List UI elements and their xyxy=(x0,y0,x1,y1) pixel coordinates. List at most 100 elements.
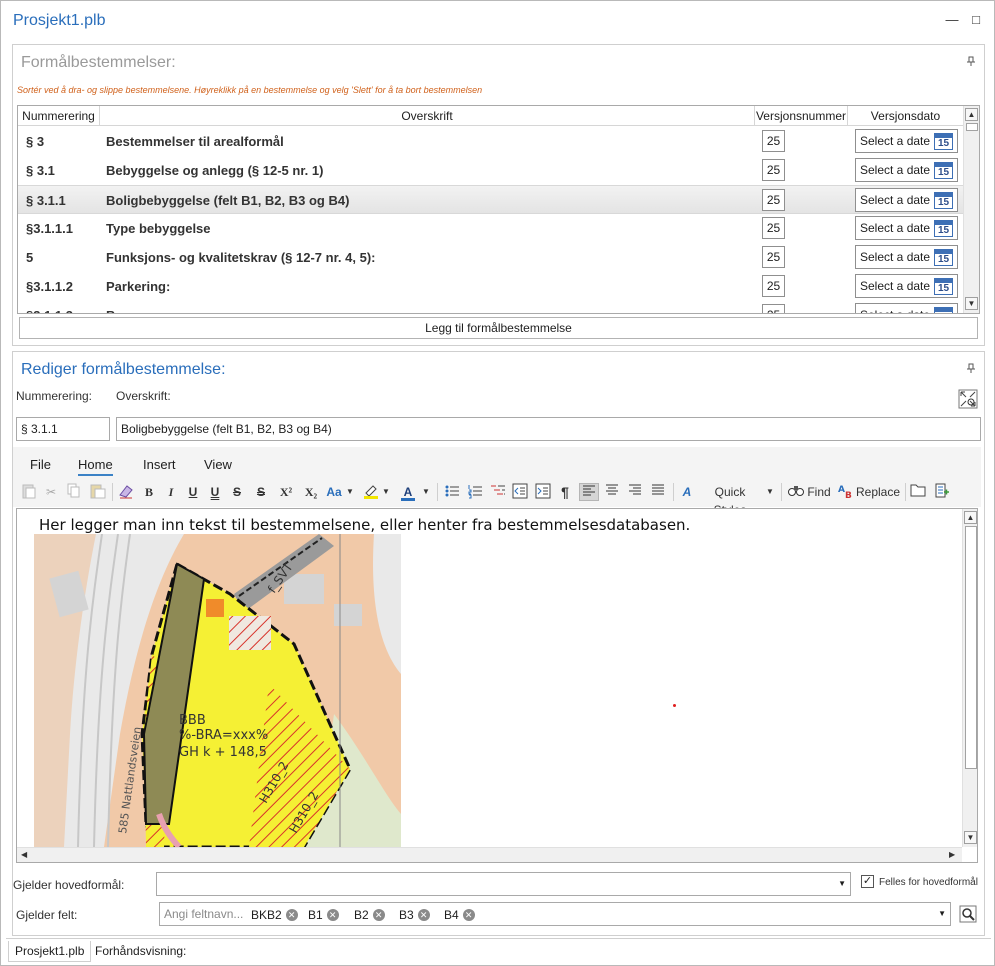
paste-icon[interactable] xyxy=(21,483,37,501)
tab-file[interactable]: File xyxy=(30,457,51,472)
date-picker[interactable]: Select a date 15 xyxy=(855,129,958,153)
maximize-button[interactable]: □ xyxy=(969,13,983,27)
tab-preview[interactable]: Forhåndsvisning: xyxy=(89,941,192,962)
numbered-list-icon[interactable] xyxy=(466,483,484,501)
pin-icon[interactable] xyxy=(966,363,976,376)
date-picker[interactable]: Select a date 15 xyxy=(855,188,958,212)
open-folder-icon[interactable] xyxy=(909,483,927,501)
version-input[interactable]: 25 xyxy=(762,159,785,181)
date-picker[interactable]: Select a date 15 xyxy=(855,158,958,182)
table-row[interactable]: §3.1.1.1 Type bebyggelse 25 Select a date 15 xyxy=(18,214,963,243)
decrease-indent-icon[interactable] xyxy=(511,483,529,501)
remove-chip-icon[interactable]: ✕ xyxy=(326,909,339,921)
bold-button[interactable]: B xyxy=(141,483,157,501)
date-picker[interactable]: Select a date 15 xyxy=(855,274,958,298)
version-input[interactable]: 25 xyxy=(762,246,785,268)
version-input[interactable]: 25 xyxy=(762,189,785,211)
column-header-version[interactable]: Versjonsnummer xyxy=(755,106,848,126)
paste-special-icon[interactable] xyxy=(89,483,107,501)
table-row[interactable]: § 3.1.1 Boligbebyggelse (felt B1, B2, B3 … xyxy=(18,185,963,214)
heading-input[interactable]: Boligbebyggelse (felt B1, B2, B3 og B4) xyxy=(116,417,981,441)
fields-multiselect[interactable]: Angi feltnavn... BKB2 ✕ B1 ✕ B2 ✕ B3 ✕ B4 ✕ ▼ xyxy=(159,902,951,926)
insert-document-icon[interactable] xyxy=(933,483,951,501)
scroll-up-button[interactable]: ▲ xyxy=(965,108,978,121)
date-picker[interactable]: Select a date 15 xyxy=(855,303,958,313)
version-input[interactable]: 25 xyxy=(762,275,785,297)
numbering-input[interactable]: § 3.1.1 xyxy=(16,417,110,441)
zoom-expand-icon[interactable] xyxy=(958,389,978,409)
calendar-icon[interactable]: 15 xyxy=(934,278,953,295)
editor-body-text[interactable]: Her legger man inn tekst til bestemmelse… xyxy=(39,516,690,534)
align-right-icon[interactable] xyxy=(626,483,644,501)
tab-insert[interactable]: Insert xyxy=(143,457,176,472)
calendar-icon[interactable]: 15 xyxy=(934,192,953,209)
binoculars-icon[interactable] xyxy=(787,483,805,501)
scroll-thumb[interactable] xyxy=(966,123,978,131)
multilevel-list-icon[interactable] xyxy=(489,483,507,501)
remove-chip-icon[interactable]: ✕ xyxy=(372,909,385,921)
quick-styles-icon[interactable]: A xyxy=(678,483,696,501)
field-search-icon[interactable] xyxy=(959,905,977,923)
superscript-button[interactable]: X² xyxy=(277,483,295,501)
replace-button[interactable]: Replace xyxy=(855,483,901,501)
table-row[interactable]: §3.1.1.2 Parkering: 25 Select a date 15 xyxy=(18,272,963,301)
minimize-button[interactable]: — xyxy=(945,13,959,27)
chevron-down-icon[interactable]: ▼ xyxy=(421,483,431,501)
column-header-numbering[interactable]: Nummerering xyxy=(18,106,100,126)
common-main-purpose-checkbox[interactable]: ✓ xyxy=(861,875,874,888)
table-row[interactable]: § 3 Bestemmelser til arealformål 25 Select … xyxy=(18,127,963,156)
version-input[interactable]: 25 xyxy=(762,130,785,152)
pin-icon[interactable] xyxy=(966,56,976,69)
remove-chip-icon[interactable]: ✕ xyxy=(285,909,298,921)
highlight-icon[interactable] xyxy=(362,483,380,501)
calendar-icon[interactable]: 15 xyxy=(934,133,953,150)
copy-icon[interactable] xyxy=(66,483,82,501)
table-row[interactable]: §3.1.1.3 Byggegrense: 25 Select a date 15 xyxy=(18,301,963,313)
scroll-down-button[interactable]: ▼ xyxy=(965,297,978,310)
calendar-icon[interactable]: 15 xyxy=(934,249,953,266)
calendar-icon[interactable]: 15 xyxy=(934,220,953,237)
find-button[interactable]: Find xyxy=(805,483,833,501)
subscript-button[interactable]: X₂ xyxy=(302,483,320,501)
double-strikethrough-button[interactable]: S xyxy=(253,483,269,501)
editor-vertical-scrollbar[interactable]: ▲ ▼ xyxy=(962,509,977,847)
increase-indent-icon[interactable] xyxy=(534,483,552,501)
tab-project-file[interactable]: Prosjekt1.plb xyxy=(8,941,92,962)
table-row[interactable]: 5 Funksjons- og kvalitetskrav (§ 12-7 nr.… xyxy=(18,243,963,272)
calendar-icon[interactable]: 15 xyxy=(934,307,953,313)
strikethrough-button[interactable]: S xyxy=(229,483,245,501)
remove-chip-icon[interactable]: ✕ xyxy=(462,909,475,921)
justify-icon[interactable] xyxy=(649,483,667,501)
date-picker[interactable]: Select a date 15 xyxy=(855,216,958,240)
main-purpose-dropdown[interactable]: ▼ xyxy=(156,872,851,896)
cut-icon[interactable]: ✂ xyxy=(43,483,59,501)
font-color-button[interactable]: A xyxy=(399,483,417,501)
replace-icon[interactable]: AB xyxy=(836,483,854,501)
rich-text-editor[interactable]: Her legger man inn tekst til bestemmelse… xyxy=(16,508,978,863)
table-row[interactable]: § 3.1 Bebyggelse og anlegg (§ 12-5 nr. 1)… xyxy=(18,156,963,185)
column-header-title[interactable]: Overskrift xyxy=(100,106,755,126)
tab-view[interactable]: View xyxy=(204,457,232,472)
chevron-down-icon[interactable]: ▼ xyxy=(765,483,775,501)
clear-format-icon[interactable] xyxy=(117,483,135,501)
column-header-date[interactable]: Versjonsdato xyxy=(848,106,963,126)
editor-horizontal-scrollbar[interactable]: ◀ ▶ xyxy=(17,847,962,862)
scroll-left-button[interactable]: ◀ xyxy=(21,850,27,859)
chevron-down-icon[interactable]: ▼ xyxy=(381,483,391,501)
tab-home[interactable]: Home xyxy=(78,457,113,476)
calendar-icon[interactable]: 15 xyxy=(934,162,953,179)
add-provision-button[interactable]: Legg til formålbestemmelse xyxy=(19,317,978,339)
fields-placeholder[interactable]: Angi feltnavn... xyxy=(164,907,243,921)
date-picker[interactable]: Select a date 15 xyxy=(855,245,958,269)
version-input[interactable]: 25 xyxy=(762,217,785,239)
scroll-down-button[interactable]: ▼ xyxy=(964,831,977,844)
bullet-list-icon[interactable] xyxy=(443,483,461,501)
underline-button[interactable]: U xyxy=(185,483,201,501)
quick-styles-button[interactable]: Quick Styles xyxy=(697,483,763,517)
align-left-icon[interactable] xyxy=(579,483,599,501)
scroll-up-button[interactable]: ▲ xyxy=(964,511,977,524)
paragraph-marks-button[interactable]: ¶ xyxy=(557,483,573,501)
grid-vertical-scrollbar[interactable]: ▲ ▼ xyxy=(963,106,979,313)
version-input[interactable]: 25 xyxy=(762,304,785,313)
double-underline-button[interactable]: U xyxy=(207,483,223,501)
